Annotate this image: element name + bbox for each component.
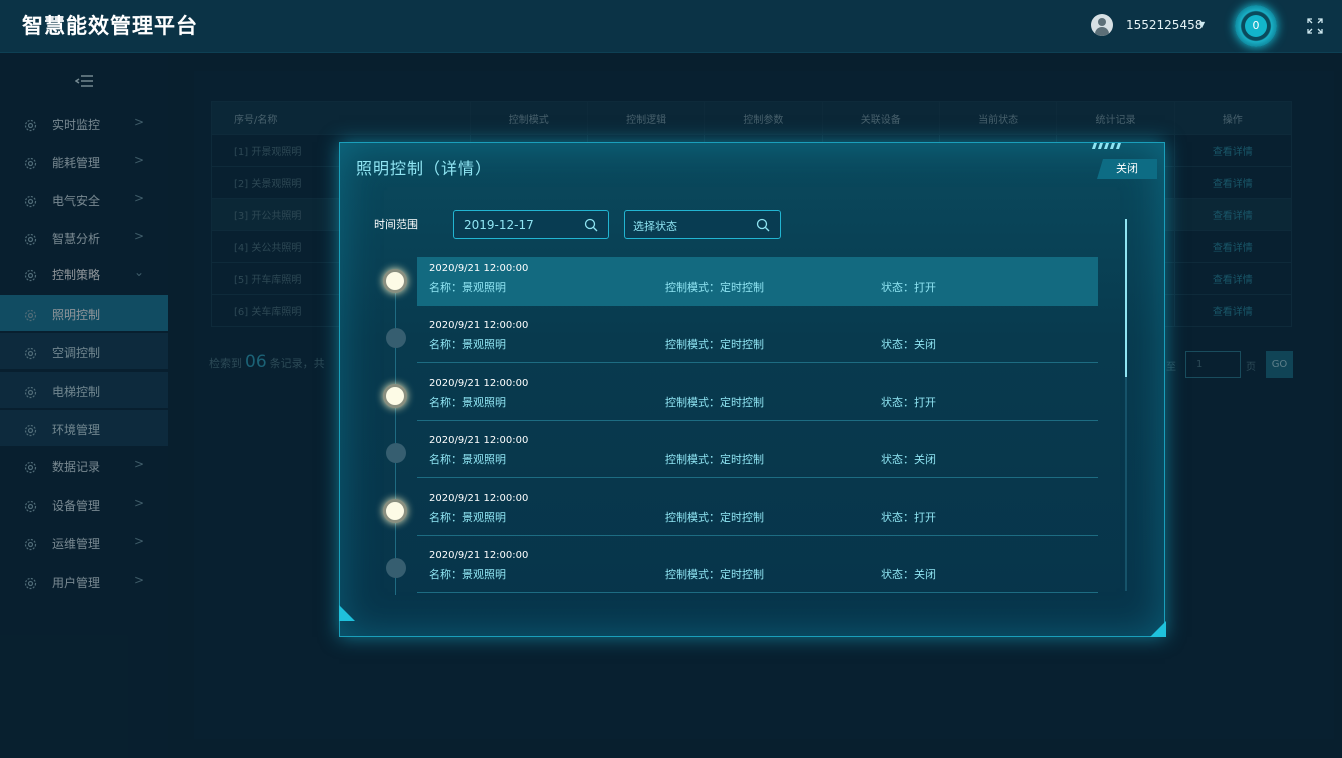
- list-item[interactable]: 2020/9/21 12:00:00 名称：景观照明 控制模式：定时控制 状态：打开: [417, 372, 1098, 421]
- record-state: 状态：打开: [881, 396, 936, 409]
- status-on-dot: [383, 499, 407, 523]
- record-mode: 控制模式：定时控制: [665, 338, 764, 351]
- chevron-down-icon[interactable]: ▼: [1199, 20, 1205, 29]
- fullscreen-icon[interactable]: [1306, 17, 1324, 35]
- record-time: 2020/9/21 12:00:00: [429, 378, 529, 389]
- status-on-dot: [383, 269, 407, 293]
- record-state: 状态：打开: [881, 281, 936, 294]
- record-state: 状态：打开: [881, 511, 936, 524]
- record-mode: 控制模式：定时控制: [665, 396, 764, 409]
- record-name: 名称：景观照明: [429, 568, 506, 581]
- record-name: 名称：景观照明: [429, 338, 506, 351]
- record-time: 2020/9/21 12:00:00: [429, 493, 529, 504]
- search-icon[interactable]: [584, 218, 598, 232]
- user-icon[interactable]: [1091, 14, 1113, 36]
- date-input[interactable]: 2019-12-17: [453, 210, 609, 239]
- record-state: 状态：关闭: [881, 338, 936, 351]
- status-on-dot: [383, 384, 407, 408]
- record-time: 2020/9/21 12:00:00: [429, 435, 529, 446]
- notification-count[interactable]: 0: [1245, 15, 1267, 37]
- record-mode: 控制模式：定时控制: [665, 453, 764, 466]
- time-range-label: 时间范围: [374, 218, 418, 231]
- list-item[interactable]: 2020/9/21 12:00:00 名称：景观照明 控制模式：定时控制 状态：关闭: [417, 314, 1098, 363]
- record-mode: 控制模式：定时控制: [665, 281, 764, 294]
- record-name: 名称：景观照明: [429, 396, 506, 409]
- status-off-dot: [386, 328, 406, 348]
- username[interactable]: 1552125458: [1126, 18, 1202, 32]
- list-item[interactable]: 2020/9/21 12:00:00 名称：景观照明 控制模式：定时控制 状态：打开: [417, 257, 1098, 306]
- record-time: 2020/9/21 12:00:00: [429, 550, 529, 561]
- list-item[interactable]: 2020/9/21 12:00:00 名称：景观照明 控制模式：定时控制 状态：关闭: [417, 429, 1098, 478]
- corner-decor: [339, 605, 355, 621]
- list-item[interactable]: 2020/9/21 12:00:00 名称：景观照明 控制模式：定时控制 状态：关闭: [417, 544, 1098, 593]
- status-select[interactable]: 选择状态: [624, 210, 781, 239]
- corner-decor: [1150, 621, 1166, 637]
- header: 智慧能效管理平台 1552125458 ▼ 0: [0, 0, 1342, 53]
- record-name: 名称：景观照明: [429, 453, 506, 466]
- status-off-dot: [386, 443, 406, 463]
- status-off-dot: [386, 558, 406, 578]
- timeline-line: [395, 275, 396, 595]
- record-name: 名称：景观照明: [429, 281, 506, 294]
- record-name: 名称：景观照明: [429, 511, 506, 524]
- app-title: 智慧能效管理平台: [22, 14, 198, 38]
- decor-stripes: [1092, 143, 1121, 149]
- modal-title: 照明控制（详情）: [356, 159, 493, 178]
- record-time: 2020/9/21 12:00:00: [429, 320, 529, 331]
- close-button[interactable]: 关闭: [1097, 159, 1157, 179]
- record-state: 状态：关闭: [881, 453, 936, 466]
- record-mode: 控制模式：定时控制: [665, 568, 764, 581]
- lighting-detail-modal: 照明控制（详情） 关闭 时间范围 2019-12-17 选择状态 2020/9/…: [339, 142, 1166, 637]
- record-time: 2020/9/21 12:00:00: [429, 263, 529, 274]
- search-icon[interactable]: [756, 218, 770, 232]
- record-mode: 控制模式：定时控制: [665, 511, 764, 524]
- record-state: 状态：关闭: [881, 568, 936, 581]
- list-item[interactable]: 2020/9/21 12:00:00 名称：景观照明 控制模式：定时控制 状态：打开: [417, 487, 1098, 536]
- scrollbar-thumb[interactable]: [1125, 219, 1127, 377]
